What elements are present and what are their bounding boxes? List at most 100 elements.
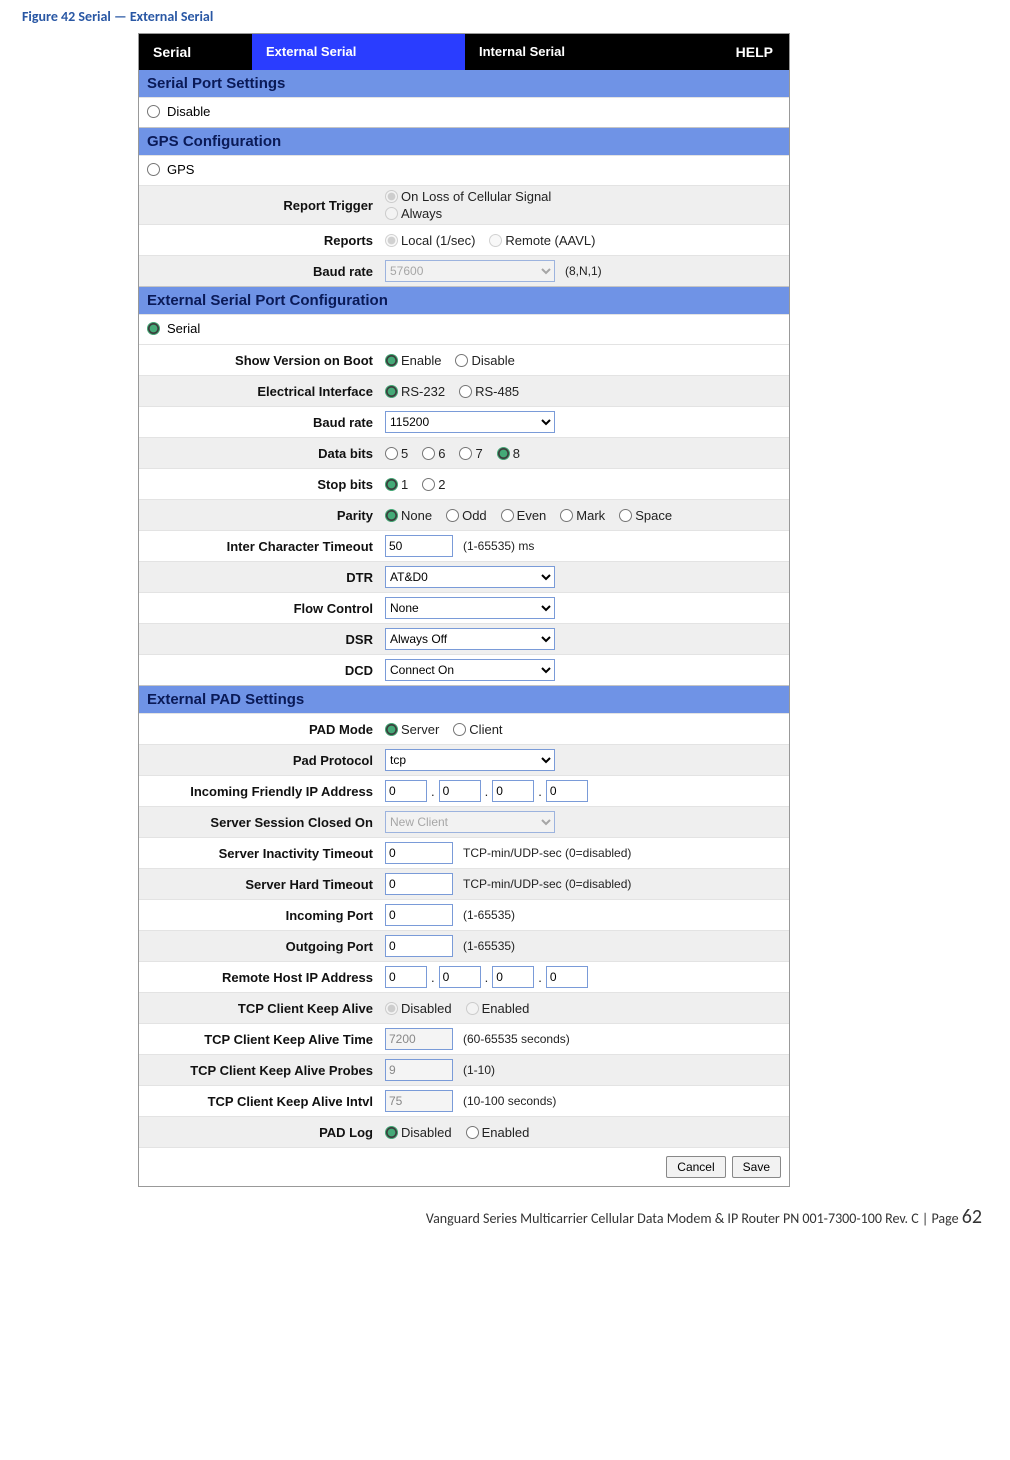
parity-odd-label: Odd	[462, 508, 487, 523]
padmode-client-label: Client	[469, 722, 502, 737]
rhost-1-input[interactable]	[439, 966, 481, 988]
row-ifip: Incoming Friendly IP Address . . .	[139, 775, 789, 806]
ssc-label: Server Session Closed On	[139, 811, 379, 834]
reports-remote-radio[interactable]: Remote (AAVL)	[489, 233, 595, 248]
row-keepalive: TCP Client Keep Alive Disabled Enabled	[139, 992, 789, 1023]
footer-sep: | Page	[919, 1210, 962, 1227]
showver-disable-radio[interactable]: Disable	[455, 353, 514, 368]
parity-even-radio[interactable]: Even	[501, 508, 547, 523]
row-reports: Reports Local (1/sec) Remote (AAVL)	[139, 224, 789, 255]
reports-local-label: Local (1/sec)	[401, 233, 475, 248]
db6-radio[interactable]: 6	[422, 446, 445, 461]
row-inport: Incoming Port (1-65535)	[139, 899, 789, 930]
outport-label: Outgoing Port	[139, 935, 379, 958]
rhost-2-input[interactable]	[492, 966, 534, 988]
parity-mark-radio[interactable]: Mark	[560, 508, 605, 523]
gps-radio[interactable]: GPS	[147, 162, 194, 177]
tab-internal-serial[interactable]: Internal Serial	[465, 34, 678, 70]
ict-input[interactable]	[385, 535, 453, 557]
row-padlog: PAD Log Disabled Enabled	[139, 1116, 789, 1147]
tab-external-serial[interactable]: External Serial	[252, 34, 465, 70]
row-outport: Outgoing Port (1-65535)	[139, 930, 789, 961]
sb1-label: 1	[401, 477, 408, 492]
trigger-always-radio[interactable]: Always	[385, 206, 551, 221]
disable-row: Disable	[139, 97, 789, 127]
rhost-0-input[interactable]	[385, 966, 427, 988]
katime-hint: (60-65535 seconds)	[463, 1032, 570, 1046]
parity-even-label: Even	[517, 508, 547, 523]
row-parity: Parity None Odd Even Mark Space	[139, 499, 789, 530]
ssc-select[interactable]: New Client	[385, 811, 555, 833]
save-button[interactable]: Save	[732, 1156, 781, 1178]
db8-radio[interactable]: 8	[497, 446, 520, 461]
katime-input[interactable]	[385, 1028, 453, 1050]
rs485-radio[interactable]: RS-485	[459, 384, 519, 399]
page-footer: Vanguard Series Multicarrier Cellular Da…	[18, 1205, 992, 1229]
padproto-select[interactable]: tcp	[385, 749, 555, 771]
gps-baud-label: Baud rate	[139, 260, 379, 283]
sht-input[interactable]	[385, 873, 453, 895]
row-report-trigger: Report Trigger On Loss of Cellular Signa…	[139, 185, 789, 224]
flow-label: Flow Control	[139, 597, 379, 620]
ict-hint: (1-65535) ms	[463, 539, 534, 553]
outport-hint: (1-65535)	[463, 939, 515, 953]
row-ict: Inter Character Timeout (1-65535) ms	[139, 530, 789, 561]
row-show-version: Show Version on Boot Enable Disable	[139, 344, 789, 375]
db5-radio[interactable]: 5	[385, 446, 408, 461]
ifip-0-input[interactable]	[385, 780, 427, 802]
dtr-select[interactable]: AT&D0	[385, 566, 555, 588]
parity-space-radio[interactable]: Space	[619, 508, 672, 523]
row-stopbits: Stop bits 1 2	[139, 468, 789, 499]
dcd-select[interactable]: Connect On	[385, 659, 555, 681]
row-baud: Baud rate 115200	[139, 406, 789, 437]
rs232-radio[interactable]: RS-232	[385, 384, 445, 399]
dcd-label: DCD	[139, 659, 379, 682]
ifip-label: Incoming Friendly IP Address	[139, 780, 379, 803]
gps-baud-select[interactable]: 57600	[385, 260, 555, 282]
rhost-label: Remote Host IP Address	[139, 966, 379, 989]
parity-odd-radio[interactable]: Odd	[446, 508, 487, 523]
kaintvl-input[interactable]	[385, 1090, 453, 1112]
outport-input[interactable]	[385, 935, 453, 957]
db8-label: 8	[513, 446, 520, 461]
db7-radio[interactable]: 7	[459, 446, 482, 461]
cancel-button[interactable]: Cancel	[666, 1156, 725, 1178]
dsr-label: DSR	[139, 628, 379, 651]
ifip-2-input[interactable]	[492, 780, 534, 802]
tab-bar: Serial External Serial Internal Serial H…	[139, 34, 789, 70]
flow-select[interactable]: None	[385, 597, 555, 619]
showver-enable-radio[interactable]: Enable	[385, 353, 441, 368]
baud-select[interactable]: 115200	[385, 411, 555, 433]
section-serial-port: Serial Port Settings	[139, 70, 789, 97]
tab-help[interactable]: HELP	[720, 34, 789, 70]
disable-radio[interactable]: Disable	[147, 104, 210, 119]
sb2-label: 2	[438, 477, 445, 492]
keepalive-label: TCP Client Keep Alive	[139, 997, 379, 1020]
trigger-onloss-radio[interactable]: On Loss of Cellular Signal	[385, 189, 551, 204]
ka-enabled-radio[interactable]: Enabled	[466, 1001, 530, 1016]
ka-disabled-radio[interactable]: Disabled	[385, 1001, 452, 1016]
ifip-1-input[interactable]	[439, 780, 481, 802]
sht-hint: TCP-min/UDP-sec (0=disabled)	[463, 877, 631, 891]
serial-radio[interactable]: Serial	[147, 321, 200, 336]
tab-serial[interactable]: Serial	[139, 34, 252, 70]
ka-disabled-label: Disabled	[401, 1001, 452, 1016]
parity-none-radio[interactable]: None	[385, 508, 432, 523]
dsr-select[interactable]: Always Off	[385, 628, 555, 650]
inport-input[interactable]	[385, 904, 453, 926]
row-padmode: PAD Mode Server Client	[139, 713, 789, 744]
sit-input[interactable]	[385, 842, 453, 864]
sb2-radio[interactable]: 2	[422, 477, 445, 492]
reports-label: Reports	[139, 229, 379, 252]
rhost-3-input[interactable]	[546, 966, 588, 988]
ifip-3-input[interactable]	[546, 780, 588, 802]
reports-local-radio[interactable]: Local (1/sec)	[385, 233, 475, 248]
sb1-radio[interactable]: 1	[385, 477, 408, 492]
button-bar: Cancel Save	[139, 1147, 789, 1186]
padlog-enabled-radio[interactable]: Enabled	[466, 1125, 530, 1140]
kaprobes-input[interactable]	[385, 1059, 453, 1081]
padmode-client-radio[interactable]: Client	[453, 722, 502, 737]
db6-label: 6	[438, 446, 445, 461]
padmode-server-radio[interactable]: Server	[385, 722, 439, 737]
padlog-disabled-radio[interactable]: Disabled	[385, 1125, 452, 1140]
